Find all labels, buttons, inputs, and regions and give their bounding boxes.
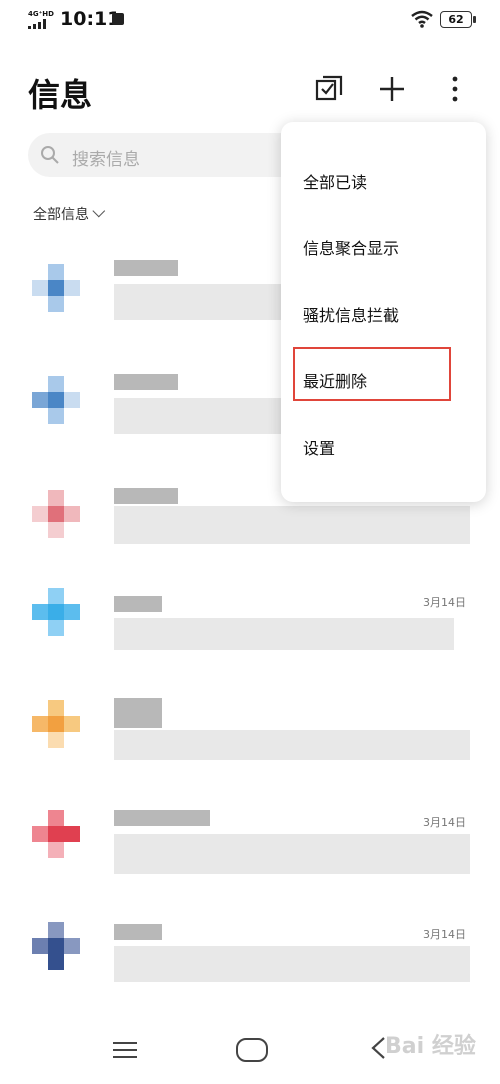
search-placeholder: 搜索信息 — [72, 150, 140, 170]
avatar — [32, 694, 98, 760]
message-preview — [114, 834, 470, 874]
message-date: 3月14日 — [423, 928, 466, 941]
more-icon[interactable] — [440, 74, 470, 104]
network-indicator: 4G⁺HD — [28, 10, 54, 18]
avatar — [32, 256, 98, 322]
avatar — [32, 806, 98, 872]
menu-item-mark-all-read[interactable]: 全部已读 — [303, 169, 367, 193]
contact-name — [114, 596, 162, 612]
filter-dropdown[interactable]: 全部信息 — [33, 204, 106, 224]
avatar — [32, 586, 98, 652]
wifi-icon — [411, 10, 433, 28]
signal-icon — [28, 19, 46, 29]
conversation-item[interactable] — [0, 694, 500, 806]
search-icon — [41, 146, 59, 164]
message-preview — [114, 398, 284, 434]
contact-name — [114, 924, 162, 940]
menu-item-settings[interactable]: 设置 — [303, 435, 335, 459]
message-date: 3月14日 — [423, 816, 466, 829]
conversation-item[interactable]: 3月14日 — [0, 806, 500, 918]
filter-label: 全部信息 — [33, 207, 89, 223]
back-icon[interactable] — [370, 1036, 386, 1060]
contact-name — [114, 698, 162, 728]
menu-item-spam-block[interactable]: 骚扰信息拦截 — [303, 302, 399, 326]
contact-name — [114, 810, 210, 826]
menu-item-aggregate-display[interactable]: 信息聚合显示 — [303, 235, 399, 259]
avatar — [32, 484, 98, 550]
battery-icon: 62 — [440, 11, 476, 28]
chevron-down-icon — [92, 204, 106, 218]
message-preview — [114, 618, 454, 650]
notification-icon — [112, 13, 124, 25]
conversation-item[interactable]: 3月14日 — [0, 586, 500, 698]
message-preview — [114, 284, 284, 320]
message-preview — [114, 946, 470, 982]
menu-item-recently-deleted[interactable]: 最近删除 — [303, 368, 367, 392]
home-button[interactable] — [236, 1038, 268, 1062]
conversation-item[interactable]: 3月14日 — [0, 920, 500, 1032]
contact-name — [114, 488, 178, 504]
add-icon[interactable] — [377, 74, 407, 104]
edit-select-icon[interactable] — [314, 74, 344, 104]
message-preview — [114, 730, 470, 760]
message-date: 3月14日 — [423, 596, 466, 609]
overflow-menu: 全部已读 信息聚合显示 骚扰信息拦截 最近删除 设置 — [281, 122, 486, 502]
contact-name — [114, 374, 178, 390]
status-bar: 4G⁺HD 10:11 62 — [0, 0, 500, 40]
avatar — [32, 370, 98, 436]
message-preview — [114, 506, 470, 544]
recent-apps-icon[interactable] — [112, 1040, 138, 1060]
watermark: Bai 经验 — [385, 1034, 476, 1059]
page-title: 信息 — [28, 76, 93, 114]
contact-name — [114, 260, 178, 276]
avatar — [32, 920, 98, 986]
